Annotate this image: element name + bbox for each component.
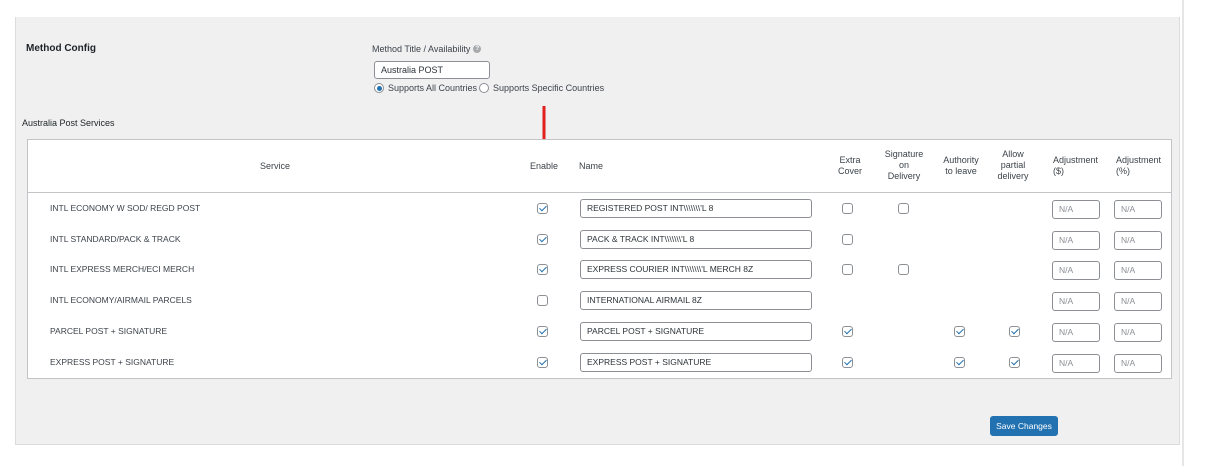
adjustment-dollar-input[interactable]: N/A bbox=[1052, 230, 1100, 250]
enable-checkbox[interactable] bbox=[537, 356, 548, 368]
radio-specific-countries-label: Supports Specific Countries bbox=[493, 83, 605, 93]
col-signature-line3: Delivery bbox=[887, 171, 921, 181]
adjustment-dollar-input[interactable]: N/A bbox=[1052, 261, 1100, 281]
radio-specific-countries[interactable] bbox=[479, 83, 490, 93]
method-config-heading: Method Config bbox=[26, 43, 96, 54]
col-authority-line1: Authority bbox=[943, 155, 979, 165]
table-row: INTL ECONOMY W SOD/ REGD POST REGISTERED … bbox=[28, 193, 1171, 224]
enable-checkbox[interactable] bbox=[537, 233, 548, 245]
partial-delivery-checkbox[interactable] bbox=[1009, 325, 1020, 337]
col-enable: Enable bbox=[530, 161, 559, 171]
adjustment-percent-input[interactable]: N/A bbox=[1114, 322, 1162, 342]
service-label-input[interactable]: EXPRESS POST + SIGNATURE bbox=[580, 352, 812, 372]
col-partial-line2: partial bbox=[1000, 160, 1026, 170]
extra-cover-checkbox[interactable] bbox=[842, 233, 853, 245]
services-heading: Australia Post Services bbox=[22, 118, 115, 128]
radio-all-countries[interactable] bbox=[374, 83, 384, 93]
service-label-input[interactable]: REGISTERED POST INT\\\\\\\'L 8 bbox=[580, 199, 812, 218]
table-row: PARCEL POST + SIGNATURE PARCEL POST + SIG… bbox=[28, 316, 1171, 347]
table-header: Service Enable Name Extra Cover Signatur… bbox=[28, 140, 1171, 193]
partial-delivery-checkbox[interactable] bbox=[1009, 356, 1020, 368]
help-icon[interactable]: ? bbox=[473, 45, 482, 53]
service-name: INTL ECONOMY/AIRMAIL PARCELS bbox=[50, 295, 192, 306]
col-signature-line2: on bbox=[898, 160, 909, 170]
extra-cover-checkbox[interactable] bbox=[842, 203, 853, 214]
adjustment-percent-input[interactable]: N/A bbox=[1114, 353, 1162, 373]
col-adjustment-dollar-line2: ($) bbox=[1053, 166, 1064, 176]
adjustment-dollar-input[interactable]: N/A bbox=[1052, 200, 1100, 219]
col-signature: Signature on Delivery bbox=[878, 149, 930, 182]
col-authority-line2: to leave bbox=[945, 166, 977, 176]
adjustment-dollar-input[interactable]: N/A bbox=[1052, 322, 1100, 342]
col-service: Service bbox=[260, 161, 291, 171]
extra-cover-checkbox[interactable] bbox=[842, 325, 853, 337]
col-adjustment-dollar-line1: Adjustment bbox=[1053, 155, 1099, 165]
col-partial-line3: delivery bbox=[997, 171, 1029, 181]
adjustment-dollar-input[interactable]: N/A bbox=[1052, 353, 1100, 373]
signature-checkbox[interactable] bbox=[898, 203, 909, 214]
col-partial-line1: Allow bbox=[1002, 149, 1024, 159]
col-authority: Authority to leave bbox=[935, 155, 987, 177]
enable-checkbox[interactable] bbox=[537, 264, 548, 276]
table-row: INTL STANDARD/PACK & TRACK PACK & TRACK I… bbox=[28, 224, 1171, 255]
col-adjustment-percent-line2: (%) bbox=[1116, 166, 1130, 176]
col-partial: Allow partial delivery bbox=[989, 149, 1037, 182]
service-name: INTL EXPRESS MERCH/ECI MERCH bbox=[50, 264, 195, 275]
service-label-input[interactable]: PARCEL POST + SIGNATURE bbox=[580, 321, 812, 341]
service-name: INTL ECONOMY W SOD/ REGD POST bbox=[50, 203, 201, 213]
extra-cover-checkbox[interactable] bbox=[842, 356, 853, 368]
service-label-input[interactable]: PACK & TRACK INT\\\\\\\'L 8 bbox=[580, 229, 812, 249]
table-row: INTL ECONOMY/AIRMAIL PARCELS INTERNATIONA… bbox=[28, 285, 1171, 316]
service-label-input[interactable]: EXPRESS COURIER INT\\\\\\\'L MERCH 8Z bbox=[580, 260, 812, 280]
extra-cover-checkbox[interactable] bbox=[842, 264, 853, 276]
adjustment-dollar-input[interactable]: N/A bbox=[1052, 292, 1100, 312]
enable-checkbox[interactable] bbox=[537, 203, 548, 214]
availability-options: Supports All Countries Supports Specific… bbox=[374, 83, 604, 93]
authority-to-leave-checkbox[interactable] bbox=[954, 325, 965, 337]
col-extra-cover-line2: Cover bbox=[837, 166, 862, 176]
table-row: INTL EXPRESS MERCH/ECI MERCH EXPRESS COUR… bbox=[28, 254, 1171, 285]
method-title-label-text: Method Title / Availability bbox=[372, 44, 471, 54]
adjustment-percent-input[interactable]: N/A bbox=[1114, 230, 1162, 250]
col-name: Name bbox=[579, 161, 604, 171]
col-adjustment-dollar: Adjustment ($) bbox=[1053, 155, 1098, 177]
method-title-label: Method Title / Availability ? bbox=[372, 44, 482, 54]
col-signature-line1: Signature bbox=[884, 149, 924, 159]
service-name: PARCEL POST + SIGNATURE bbox=[50, 325, 168, 336]
enable-checkbox[interactable] bbox=[537, 295, 548, 307]
method-title-input[interactable] bbox=[374, 61, 490, 79]
col-extra-cover-line1: Extra bbox=[839, 155, 861, 165]
scrollbar-track[interactable] bbox=[1182, 0, 1184, 466]
adjustment-percent-input[interactable]: N/A bbox=[1114, 200, 1162, 219]
enable-checkbox[interactable] bbox=[537, 325, 548, 337]
col-adjustment-percent: Adjustment (%) bbox=[1116, 155, 1161, 177]
service-label-input[interactable]: INTERNATIONAL AIRMAIL 8Z bbox=[580, 291, 812, 311]
service-name: INTL STANDARD/PACK & TRACK bbox=[50, 233, 181, 244]
service-name: EXPRESS POST + SIGNATURE bbox=[50, 356, 175, 367]
signature-checkbox[interactable] bbox=[898, 264, 909, 276]
adjustment-percent-input[interactable]: N/A bbox=[1114, 292, 1162, 312]
col-adjustment-percent-line1: Adjustment bbox=[1116, 155, 1162, 165]
adjustment-percent-input[interactable]: N/A bbox=[1114, 261, 1162, 281]
radio-all-countries-label: Supports All Countries bbox=[388, 83, 478, 93]
authority-to-leave-checkbox[interactable] bbox=[954, 356, 965, 368]
col-extra-cover: Extra Cover bbox=[830, 155, 870, 177]
table-row: EXPRESS POST + SIGNATURE EXPRESS POST + S… bbox=[28, 347, 1171, 378]
services-table: Service Enable Name Extra Cover Signatur… bbox=[27, 139, 1172, 379]
save-button[interactable]: Save Changes bbox=[990, 416, 1058, 436]
